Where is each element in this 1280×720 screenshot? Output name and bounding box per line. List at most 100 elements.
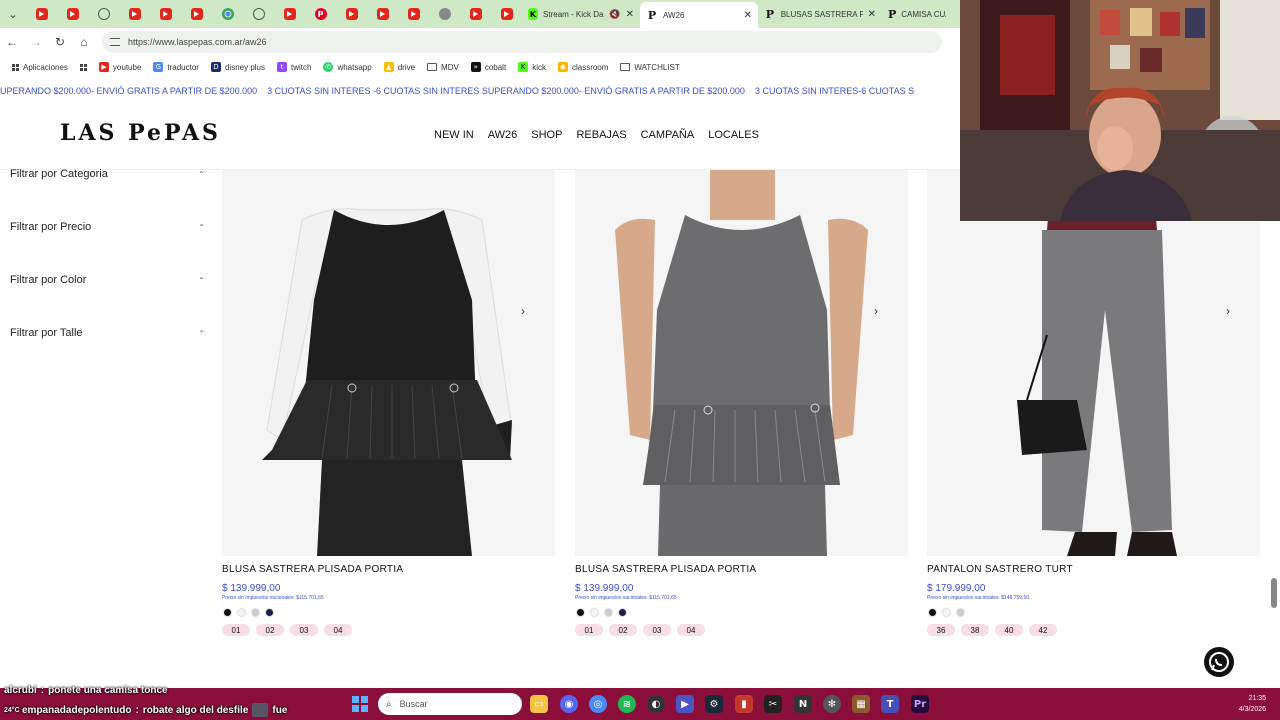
pinned-tab[interactable]: [57, 0, 88, 28]
bookmark-traductor[interactable]: G traductor: [147, 58, 205, 76]
mute-icon[interactable]: 🔇: [609, 9, 620, 20]
color-swatch-white[interactable]: [942, 608, 951, 617]
nav-new-in[interactable]: NEW IN: [434, 129, 474, 141]
product-card[interactable]: › PANTALON SASTRERO TURT $ 179.999,00 Pr…: [927, 170, 1260, 636]
size-option[interactable]: 01: [575, 624, 603, 636]
pinned-tab[interactable]: [150, 0, 181, 28]
bookmark-mdv[interactable]: MDV: [421, 58, 465, 76]
size-option[interactable]: 38: [961, 624, 989, 636]
size-option[interactable]: 02: [256, 624, 284, 636]
bookmark-cobalt[interactable]: » cobalt: [465, 58, 512, 76]
pdf-reader-icon[interactable]: ▮: [735, 695, 753, 713]
discord-icon[interactable]: ◉: [560, 695, 578, 713]
capcut-icon[interactable]: ✂: [764, 695, 782, 713]
pinned-tab[interactable]: [336, 0, 367, 28]
tab-search-button[interactable]: ⌄: [0, 0, 26, 28]
color-swatch-white[interactable]: [590, 608, 599, 617]
nav-locales[interactable]: LOCALES: [708, 129, 759, 141]
pinned-tab[interactable]: [88, 0, 119, 28]
close-icon[interactable]: ✕: [868, 9, 876, 20]
home-icon[interactable]: ⌂: [72, 30, 96, 54]
file-explorer-icon[interactable]: ▭: [530, 695, 548, 713]
steam-icon[interactable]: ⚙: [705, 695, 723, 713]
color-swatch-black[interactable]: [928, 608, 937, 617]
color-swatch-gray[interactable]: [251, 608, 260, 617]
size-option[interactable]: 36: [927, 624, 955, 636]
tab-kick-dashboard[interactable]: K Stream - Kick Dashb 🔇 ✕: [522, 0, 640, 28]
bookmark-apps[interactable]: Aplicaciones: [6, 58, 74, 76]
filter-color[interactable]: Filtrar por Color ⌃: [10, 274, 205, 327]
pinned-tab[interactable]: [26, 0, 57, 28]
premiere-icon[interactable]: Pr: [911, 695, 929, 713]
obs-icon[interactable]: ◐: [647, 695, 665, 713]
notion-icon[interactable]: N: [794, 695, 812, 713]
product-card[interactable]: › BLUSA SASTRERA PLISADA PORTIA $ 139.99…: [575, 170, 908, 636]
nav-aw26[interactable]: AW26: [488, 129, 518, 141]
pinned-tab[interactable]: [181, 0, 212, 28]
pinned-tab[interactable]: [398, 0, 429, 28]
close-icon[interactable]: ✕: [626, 9, 634, 20]
bookmark-classroom[interactable]: ◉ classroom: [552, 58, 614, 76]
bookmark-watchlist[interactable]: WATCHLIST: [614, 58, 685, 76]
size-option[interactable]: 03: [643, 624, 671, 636]
color-swatch-gray[interactable]: [604, 608, 613, 617]
pinned-tab[interactable]: [243, 0, 274, 28]
pinned-tab[interactable]: [212, 0, 243, 28]
color-swatch-navy[interactable]: [618, 608, 627, 617]
color-swatch-black[interactable]: [223, 608, 232, 617]
weather-widget[interactable]: 24°C: [4, 707, 20, 714]
product-image[interactable]: ›: [575, 170, 908, 556]
product-name[interactable]: PANTALON SASTRERO TURT: [927, 564, 1260, 575]
bookmark-whatsapp[interactable]: ✆ whatsapp: [317, 58, 377, 76]
next-image-chevron-icon[interactable]: ›: [1226, 304, 1230, 318]
size-option[interactable]: 04: [324, 624, 352, 636]
nav-rebajas[interactable]: REBAJAS: [576, 129, 626, 141]
minecraft-icon[interactable]: ▦: [852, 695, 870, 713]
media-player-icon[interactable]: ▶: [676, 695, 694, 713]
product-name[interactable]: BLUSA SASTRERA PLISADA PORTIA: [575, 564, 908, 575]
url-text[interactable]: https://www.laspepas.com.ar/aw26: [128, 37, 267, 47]
pinned-tab[interactable]: [491, 0, 522, 28]
bookmark-twitch[interactable]: t twitch: [271, 58, 317, 76]
tab-aw26[interactable]: P AW26 ✕: [640, 2, 758, 28]
pinned-tab[interactable]: [429, 0, 460, 28]
teams-icon[interactable]: T: [881, 695, 899, 713]
size-option[interactable]: 01: [222, 624, 250, 636]
back-icon[interactable]: ←: [0, 30, 24, 54]
size-option[interactable]: 02: [609, 624, 637, 636]
chrome-icon[interactable]: ◎: [589, 695, 607, 713]
bookmark-youtube[interactable]: ▶ youtube: [93, 58, 147, 76]
reload-icon[interactable]: ↻: [48, 30, 72, 54]
whatsapp-floating-button[interactable]: [1204, 647, 1234, 677]
product-card[interactable]: › BLUSA SASTRERA PLISADA PORTIA $ 139.99…: [222, 170, 555, 636]
spotify-icon[interactable]: ≋: [618, 695, 636, 713]
nav-shop[interactable]: SHOP: [531, 129, 562, 141]
color-swatch-gray[interactable]: [956, 608, 965, 617]
color-swatch-navy[interactable]: [265, 608, 274, 617]
pinned-tab[interactable]: [460, 0, 491, 28]
chatgpt-icon[interactable]: ✻: [823, 695, 841, 713]
scrollbar-thumb[interactable]: [1271, 578, 1277, 608]
filter-talle[interactable]: Filtrar por Talle ⌃: [10, 327, 205, 380]
page-scrollbar[interactable]: [1268, 221, 1280, 688]
next-image-chevron-icon[interactable]: ›: [874, 304, 878, 318]
filter-precio[interactable]: Filtrar por Precio ⌃: [10, 221, 205, 274]
tab-blusas[interactable]: P BLUSAS SASTRERA P ✕: [758, 0, 882, 28]
product-image[interactable]: ›: [927, 170, 1260, 556]
nav-campana[interactable]: CAMPAÑA: [641, 129, 695, 141]
product-name[interactable]: BLUSA SASTRERA PLISADA PORTIA: [222, 564, 555, 575]
pinned-tab[interactable]: [367, 0, 398, 28]
color-swatch-black[interactable]: [576, 608, 585, 617]
size-option[interactable]: 40: [995, 624, 1023, 636]
forward-icon[interactable]: →: [24, 30, 48, 54]
pinned-tab[interactable]: [274, 0, 305, 28]
size-option[interactable]: 04: [677, 624, 705, 636]
system-clock[interactable]: 21:35 4/3/2026: [1239, 693, 1266, 715]
pinned-tab[interactable]: P: [305, 0, 336, 28]
size-option[interactable]: 42: [1029, 624, 1057, 636]
close-icon[interactable]: ✕: [744, 10, 752, 21]
color-swatch-white[interactable]: [237, 608, 246, 617]
bookmark-disney[interactable]: D disney plus: [205, 58, 271, 76]
bookmark-kick[interactable]: K kick: [512, 58, 552, 76]
address-bar[interactable]: https://www.laspepas.com.ar/aw26: [102, 31, 942, 53]
